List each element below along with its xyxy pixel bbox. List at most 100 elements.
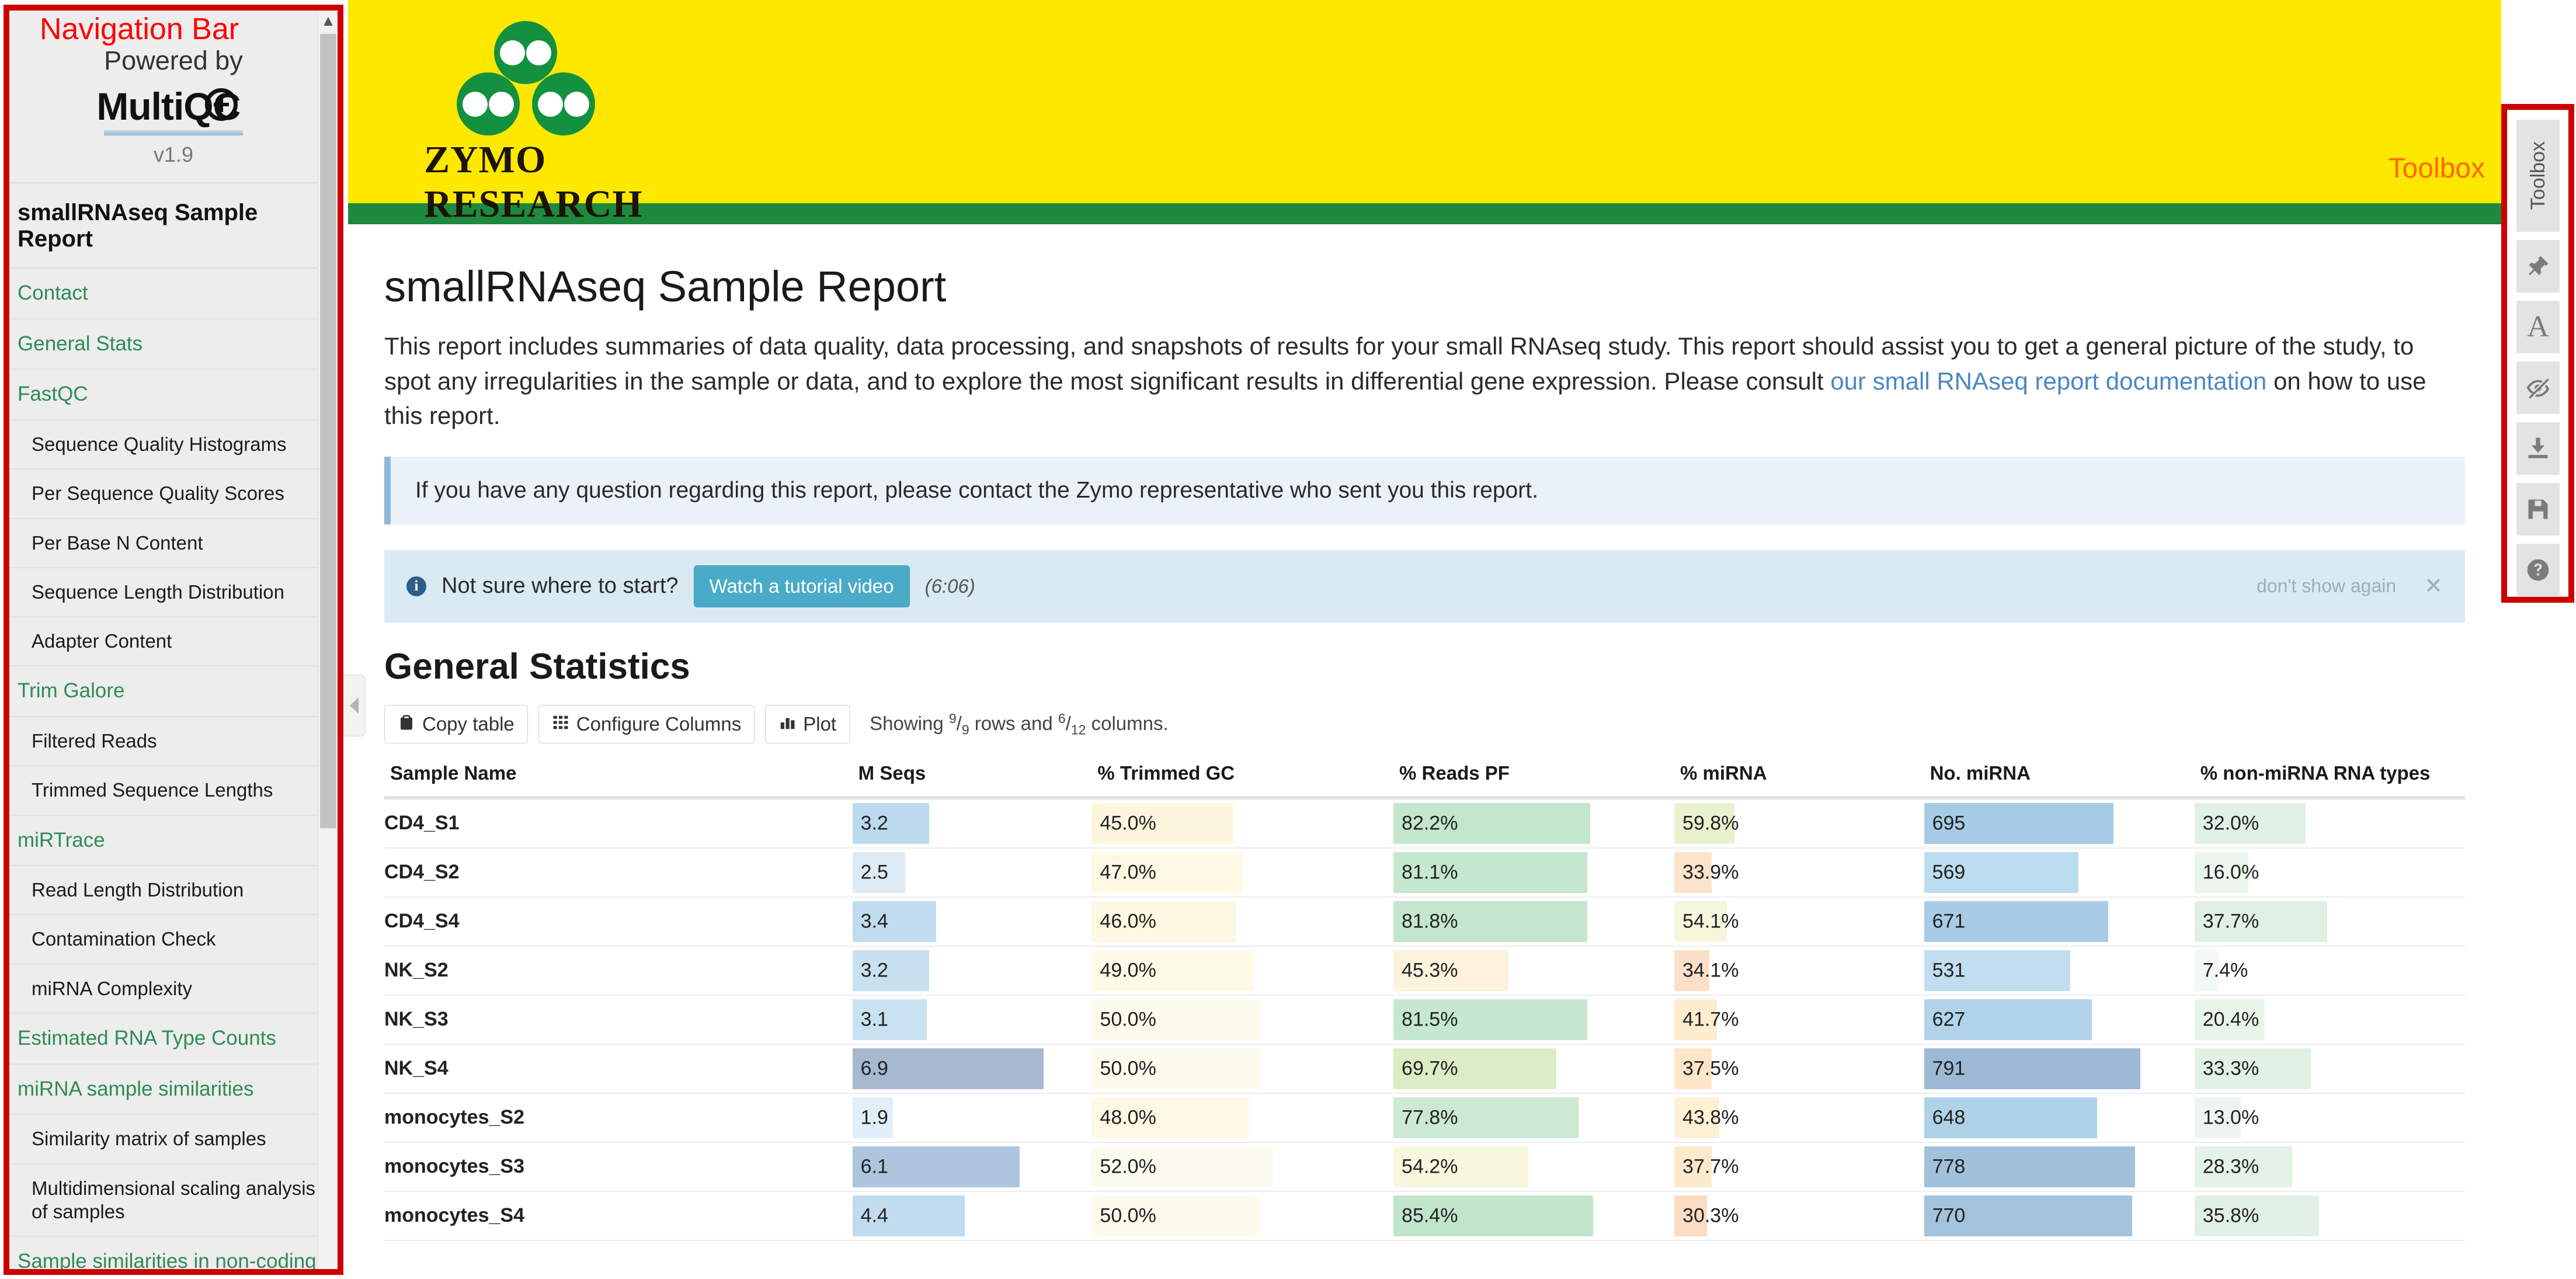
sidebar-item-mirtrace[interactable]: miRTrace <box>9 815 338 867</box>
clipboard-icon <box>398 714 415 734</box>
column-header-non-mirna-rna-types[interactable]: % non-miRNA RNA types <box>2194 755 2465 800</box>
table-row: CD4_S2 2.5 47.0% 81.1% 33.9% 569 16.0% <box>384 847 2465 898</box>
cell-value: 531 <box>1932 959 1966 982</box>
banner-toolbox-label: Toolbox <box>2388 153 2485 184</box>
sample-name-cell: CD4_S4 <box>384 896 853 947</box>
sidebar-item-sample-similarities-in-non-coding-genes-excluding-mirnas-and-rrnas[interactable]: Sample similarities in non-coding genes … <box>9 1237 338 1269</box>
cell-no-mirna: 531 <box>1924 946 2195 996</box>
sidebar-item-estimated-rna-type-counts[interactable]: Estimated RNA Type Counts <box>9 1013 338 1065</box>
column-header-reads-pf[interactable]: % Reads PF <box>1393 755 1675 800</box>
sample-name-cell: NK_S3 <box>384 995 853 1045</box>
sidebar-collapse-handle[interactable] <box>342 675 366 736</box>
sidebar-item-sequence-quality-histograms[interactable]: Sequence Quality Histograms <box>9 420 338 470</box>
cell-m-seqs: 3.2 <box>852 797 1092 849</box>
rows-word: rows and <box>969 712 1058 734</box>
sidebar-scrollbar[interactable]: ▲ <box>318 11 338 1269</box>
help-button[interactable] <box>2516 543 2560 596</box>
save-button[interactable] <box>2516 482 2560 536</box>
table-row: CD4_S4 3.4 46.0% 81.8% 54.1% 671 37.7% <box>384 896 2465 947</box>
table-row: NK_S4 6.9 50.0% 69.7% 37.5% 791 33.3% <box>384 1044 2465 1094</box>
cell-value: 50.0% <box>1100 1204 1156 1227</box>
hide-button[interactable] <box>2516 361 2560 414</box>
download-button[interactable] <box>2516 422 2560 475</box>
cell-value: 34.1% <box>1682 959 1739 982</box>
zymo-banner: ZYMO RESEARCH Toolbox <box>348 0 2501 225</box>
sidebar-item-fastqc[interactable]: FastQC <box>9 370 338 421</box>
cell-value: 3.4 <box>860 910 888 933</box>
column-header-trimmed-gc[interactable]: % Trimmed GC <box>1091 755 1394 800</box>
main-content: ZYMO RESEARCH Toolbox smallRNAseq Sample… <box>348 0 2501 1279</box>
sidebar-item-general-stats[interactable]: General Stats <box>9 319 338 370</box>
sidebar-item-mirna-sample-similarities[interactable]: miRNA sample similarities <box>9 1064 338 1115</box>
cell-m-seqs: 3.4 <box>852 896 1092 947</box>
cell-pct-non-mirna: 28.3% <box>2194 1142 2465 1192</box>
table-header-row: Sample Name M Seqs% Trimmed GC% Reads PF%… <box>384 755 2465 800</box>
contact-alert: If you have any question regarding this … <box>384 456 2465 524</box>
cell-trimmed-gc: 46.0% <box>1091 896 1394 947</box>
watch-tutorial-button[interactable]: Watch a tutorial video <box>693 565 910 607</box>
cell-no-mirna: 770 <box>1924 1191 2195 1241</box>
sample-name-cell: NK_S2 <box>384 946 853 996</box>
column-header-sample-name[interactable]: Sample Name <box>384 755 853 800</box>
table-row: NK_S2 3.2 49.0% 45.3% 34.1% 531 7.4% <box>384 946 2465 996</box>
cell-reads-pf: 81.5% <box>1393 995 1675 1045</box>
info-icon: i <box>406 576 426 596</box>
column-header-m-seqs[interactable]: M Seqs <box>852 755 1092 800</box>
sidebar-item-trim-galore[interactable]: Trim Galore <box>9 666 338 717</box>
logo-underline <box>104 130 243 135</box>
cell-pct-non-mirna: 32.0% <box>2194 797 2465 849</box>
sidebar-nav-list: Contact General Stats FastQC Sequence Quali… <box>9 269 338 1269</box>
column-header-mirna[interactable]: % miRNA <box>1674 755 1924 800</box>
multiqc-logo: MultiQC <box>96 84 250 128</box>
close-icon[interactable]: ✕ <box>2424 573 2443 599</box>
sample-name-cell: monocytes_S4 <box>384 1191 853 1241</box>
cell-no-mirna: 627 <box>1924 995 2195 1045</box>
plot-button[interactable]: Plot <box>765 704 850 743</box>
cell-m-seqs: 6.1 <box>852 1142 1092 1192</box>
sidebar-item-contamination-check[interactable]: Contamination Check <box>9 915 338 965</box>
scroll-up-arrow-icon[interactable]: ▲ <box>318 11 338 30</box>
configure-columns-button[interactable]: Configure Columns <box>538 704 755 743</box>
toolbox-rail: Toolbox A <box>2507 110 2570 597</box>
scrollbar-thumb[interactable] <box>320 34 336 828</box>
bar-chart-icon <box>778 714 796 734</box>
cell-pct-mirna: 54.1% <box>1674 896 1924 947</box>
cell-value: 77.8% <box>1402 1106 1458 1129</box>
cell-value: 32.0% <box>2202 812 2259 835</box>
sidebar-item-mirna-complexity[interactable]: miRNA Complexity <box>9 964 338 1014</box>
copy-table-button[interactable]: Copy table <box>384 704 528 743</box>
cell-value: 45.0% <box>1100 812 1156 835</box>
cell-value: 45.3% <box>1402 959 1458 982</box>
download-icon <box>2525 436 2551 461</box>
cell-value: 47.0% <box>1100 861 1156 884</box>
sidebar-item-similarity-matrix-of-samples[interactable]: Similarity matrix of samples <box>9 1115 338 1165</box>
toolbox-tab[interactable]: Toolbox <box>2516 120 2560 232</box>
dont-show-again-link[interactable]: don't show again <box>2257 575 2396 597</box>
sidebar-item-adapter-content[interactable]: Adapter Content <box>9 617 338 667</box>
cell-value: 33.9% <box>1682 861 1739 884</box>
column-header-no-mirna[interactable]: No. miRNA <box>1924 755 2195 800</box>
powered-by-label: Powered by <box>104 46 243 75</box>
sample-name-cell: monocytes_S2 <box>384 1093 853 1143</box>
documentation-link[interactable]: our small RNAseq report documentation <box>1830 367 2266 395</box>
sidebar-item-sequence-length-distribution[interactable]: Sequence Length Distribution <box>9 568 338 618</box>
sidebar-report-title: smallRNAseq Sample Report <box>9 183 338 269</box>
section-title: General Statistics <box>384 646 690 687</box>
sidebar-item-contact[interactable]: Contact <box>9 269 338 319</box>
sidebar-item-per-sequence-quality-scores[interactable]: Per Sequence Quality Scores <box>9 470 338 519</box>
sample-name-cell: monocytes_S3 <box>384 1142 853 1192</box>
sidebar-item-read-length-distribution[interactable]: Read Length Distribution <box>9 866 338 916</box>
cell-trimmed-gc: 47.0% <box>1091 847 1394 898</box>
cell-value: 695 <box>1932 812 1966 835</box>
pin-button[interactable] <box>2516 239 2560 293</box>
cell-value: 37.5% <box>1682 1057 1739 1080</box>
highlight-button[interactable]: A <box>2516 300 2560 353</box>
cols-shown: 6 <box>1058 710 1066 726</box>
sidebar-item-per-base-n-content[interactable]: Per Base N Content <box>9 519 338 568</box>
sidebar-item-multidimensional-scaling-analysis-of-samples[interactable]: Multidimensional scaling analysis of sam… <box>9 1164 338 1238</box>
sidebar-item-trimmed-sequence-lengths[interactable]: Trimmed Sequence Lengths <box>9 766 338 816</box>
cell-value: 50.0% <box>1100 1057 1156 1080</box>
cell-value: 54.2% <box>1402 1155 1458 1178</box>
eye-slash-icon <box>2525 374 2551 401</box>
sidebar-item-filtered-reads[interactable]: Filtered Reads <box>9 717 338 767</box>
